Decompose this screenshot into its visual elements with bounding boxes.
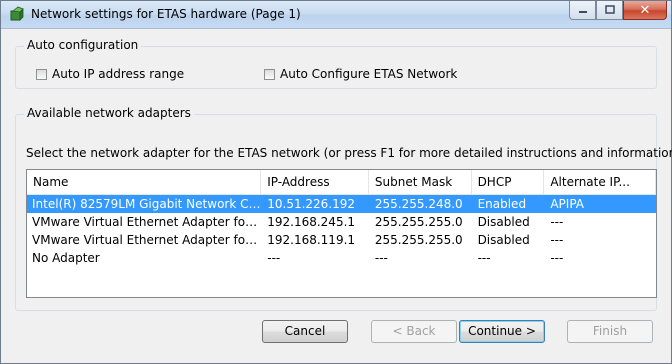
adapter-alternate-ip: APIPA [550,197,585,211]
adapter-name: Intel(R) 82579LM Gigabit Network Con... [32,197,262,211]
adapter-alternate-ip: --- [550,251,564,265]
adapter-dhcp: Disabled [477,233,530,247]
back-button[interactable]: < Back [371,320,457,343]
network-adapters-group: Available network adapters Select the ne… [15,106,672,311]
adapter-name: VMware Virtual Ethernet Adapter for V... [32,233,262,247]
adapter-ip: 192.168.119.1 [267,233,356,247]
dialog-client: Auto configuration Auto IP address range… [8,30,672,356]
window-title: Network settings for ETAS hardware (Page… [31,7,301,21]
auto-etas-network-label: Auto Configure ETAS Network [280,67,458,81]
etas-hardware-icon [10,6,24,21]
adapter-alternate-ip: --- [550,233,564,247]
auto-configuration-label: Auto configuration [24,38,142,52]
adapter-name: VMware Virtual Ethernet Adapter for V... [32,215,262,229]
finish-button[interactable]: Finish [567,320,653,343]
adapter-dhcp: Enabled [477,197,527,211]
adapter-ip: --- [267,251,281,265]
maximize-icon [604,5,615,14]
close-button[interactable]: ✕ [623,1,667,20]
adapter-dhcp: --- [477,251,491,265]
adapter-rows: Intel(R) 82579LM Gigabit Network Con... … [27,195,656,267]
column-header-alternate-ip[interactable]: Alternate IP... [544,170,656,194]
adapter-mask: 255.255.255.0 [374,233,463,247]
adapter-mask: --- [374,251,388,265]
table-row[interactable]: VMware Virtual Ethernet Adapter for V...… [27,231,656,249]
minimize-button[interactable] [569,1,596,20]
adapter-list[interactable]: Name IP-Address Subnet Mask DHCP Alterna… [26,169,657,298]
adapter-alternate-ip: --- [550,215,564,229]
adapter-dhcp: Disabled [477,215,530,229]
continue-button[interactable]: Continue > [459,320,545,343]
checkbox-box[interactable] [264,68,275,80]
adapter-ip: 10.51.226.192 [267,197,356,211]
column-header-name[interactable]: Name [27,170,262,194]
auto-etas-network-checkbox[interactable]: Auto Configure ETAS Network [264,67,457,81]
adapter-ip: 192.168.245.1 [267,215,356,229]
column-header-ip-address[interactable]: IP-Address [261,170,369,194]
auto-ip-checkbox[interactable]: Auto IP address range [36,67,184,81]
dialog-window: Network settings for ETAS hardware (Page… [0,0,672,364]
cancel-button[interactable]: Cancel [262,320,348,343]
table-row[interactable]: Intel(R) 82579LM Gigabit Network Con... … [27,195,656,213]
maximize-button[interactable] [596,1,623,20]
caption-buttons: ✕ [569,1,667,21]
auto-configuration-group: Auto configuration Auto IP address range… [15,38,657,89]
checkbox-box[interactable] [36,68,47,80]
auto-ip-label: Auto IP address range [52,67,185,81]
column-header-dhcp[interactable]: DHCP [472,170,545,194]
title-bar[interactable]: Network settings for ETAS hardware (Page… [1,1,671,29]
table-row[interactable]: No Adapter --- --- --- --- [27,249,656,267]
adapter-instruction: Select the network adapter for the ETAS … [26,146,672,160]
adapter-list-header: Name IP-Address Subnet Mask DHCP Alterna… [27,170,656,195]
adapter-mask: 255.255.248.0 [374,197,463,211]
minimize-icon [578,11,587,13]
table-row[interactable]: VMware Virtual Ethernet Adapter for V...… [27,213,656,231]
adapter-name: No Adapter [32,251,100,265]
adapter-mask: 255.255.255.0 [374,215,463,229]
close-icon: ✕ [639,2,651,18]
column-header-subnet-mask[interactable]: Subnet Mask [369,170,472,194]
network-adapters-label: Available network adapters [24,106,194,120]
